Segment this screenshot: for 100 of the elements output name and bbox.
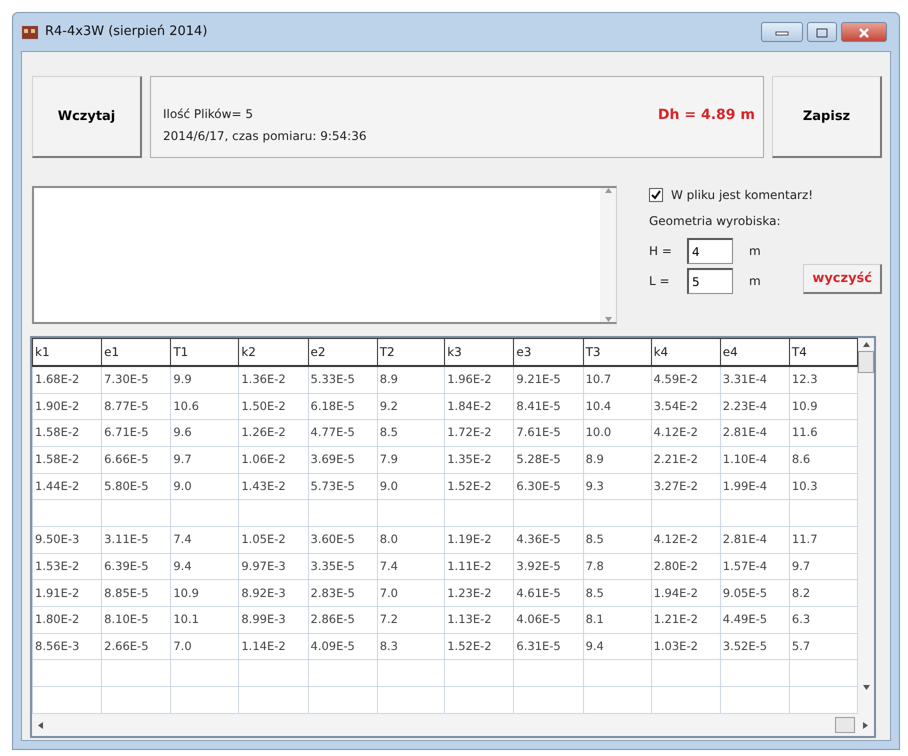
table-cell: 5.80E-5 (102, 473, 171, 500)
dimension-field[interactable]: 5 (687, 268, 733, 294)
scroll-thumb[interactable] (858, 351, 874, 373)
load-button[interactable]: Wczytaj (32, 76, 142, 158)
table-cell: 9.4 (170, 553, 239, 580)
table-cell: 3.54E-2 (651, 393, 720, 420)
maximize-icon (816, 28, 828, 38)
table-cell: 7.9 (377, 446, 445, 474)
column-header[interactable]: k2 (238, 338, 308, 366)
table-cell: 9.2 (377, 393, 445, 420)
unit-label: m (749, 273, 761, 290)
column-header[interactable]: T4 (789, 338, 858, 366)
table-cell: 3.69E-5 (308, 446, 378, 474)
table-cell: 2.81E-4 (720, 420, 790, 446)
field-label: H = (649, 243, 673, 260)
table-cell: 6.30E-5 (514, 473, 584, 500)
column-header[interactable]: e2 (308, 338, 378, 366)
minimize-icon (775, 30, 789, 36)
table-cell: 1.50E-2 (238, 393, 308, 420)
table-cell: 9.4 (583, 633, 652, 660)
table-cell: 9.9 (170, 366, 239, 394)
table-cell: 8.5 (583, 526, 652, 554)
table-cell: 9.7 (170, 446, 239, 474)
table-cell: 1.44E-2 (32, 473, 102, 500)
table-cell: 10.6 (170, 393, 239, 420)
table-cell: 6.39E-5 (102, 553, 171, 580)
table-cell: 8.85E-5 (102, 580, 171, 607)
table-cell: 4.36E-5 (514, 526, 584, 554)
table-cell: 1.58E-2 (32, 446, 102, 474)
horizontal-scrollbar[interactable] (32, 714, 874, 736)
clear-button[interactable]: wyczyść (803, 264, 882, 294)
table-cell: 1.13E-2 (444, 606, 514, 634)
column-header[interactable]: T2 (377, 338, 445, 366)
table-cell: 1.03E-2 (651, 633, 720, 660)
table-cell: 1.19E-2 (444, 526, 514, 554)
table-cell: 8.99E-3 (238, 606, 308, 634)
table-cell: 1.06E-2 (238, 446, 308, 474)
table-cell: 1.05E-2 (238, 526, 308, 554)
table-cell: 4.59E-2 (651, 366, 720, 394)
table-cell: 8.41E-5 (514, 393, 584, 420)
table-cell: 1.58E-2 (32, 420, 102, 446)
table-cell: 9.6 (170, 420, 239, 446)
table-cell: 1.94E-2 (651, 580, 720, 607)
table-cell: 3.52E-5 (720, 633, 790, 660)
scroll-left-icon[interactable] (38, 722, 43, 728)
table-cell: 9.0 (377, 473, 445, 500)
save-button[interactable]: Zapisz (772, 76, 882, 158)
column-header[interactable]: k1 (32, 338, 102, 366)
scroll-down-icon[interactable] (862, 685, 870, 690)
column-header[interactable]: T3 (583, 338, 652, 366)
table-cell: 7.30E-5 (102, 366, 171, 394)
table-cell: 6.31E-5 (514, 633, 584, 660)
scroll-thumb[interactable] (835, 717, 855, 733)
unit-label: m (749, 243, 761, 260)
table-cell: 9.21E-5 (514, 366, 584, 394)
table-cell: 1.53E-2 (32, 553, 102, 580)
column-header[interactable]: T1 (170, 338, 239, 366)
table-cell: 3.92E-5 (514, 553, 584, 580)
comment-checkbox[interactable] (649, 188, 663, 202)
table-cell: 4.61E-5 (514, 580, 584, 607)
column-header[interactable]: k3 (444, 338, 514, 366)
table-cell: 7.4 (170, 526, 239, 554)
table-cell: 6.66E-5 (102, 446, 171, 474)
table-cell: 5.33E-5 (308, 366, 378, 394)
maximize-button[interactable] (807, 22, 837, 42)
table-cell: 8.5 (377, 420, 445, 446)
table-cell: 4.77E-5 (308, 420, 378, 446)
column-header[interactable]: e3 (514, 338, 584, 366)
table-cell: 1.52E-2 (444, 633, 514, 660)
comment-textarea[interactable] (32, 186, 617, 324)
vertical-scrollbar[interactable] (858, 338, 874, 714)
table-cell: 1.99E-4 (720, 473, 790, 500)
column-header[interactable]: e4 (720, 338, 790, 366)
close-button[interactable] (841, 22, 887, 42)
table-cell: 1.35E-2 (444, 446, 514, 474)
table-cell: 5.28E-5 (514, 446, 584, 474)
table-cell: 3.27E-2 (651, 473, 720, 500)
dimension-field[interactable]: 4 (687, 238, 733, 264)
table-cell: 8.77E-5 (102, 393, 171, 420)
table-cell: 8.9 (377, 366, 445, 394)
scroll-up-icon[interactable] (862, 342, 870, 347)
table-cell: 1.26E-2 (238, 420, 308, 446)
table-cell: 8.10E-5 (102, 606, 171, 634)
field-label: L = (649, 273, 671, 290)
table-cell: 7.4 (377, 553, 445, 580)
table-cell: 7.2 (377, 606, 445, 634)
table-cell: 8.56E-3 (32, 633, 102, 660)
table-cell: 4.12E-2 (651, 420, 720, 446)
table-cell: 2.66E-5 (102, 633, 171, 660)
table-cell: 1.14E-2 (238, 633, 308, 660)
dh-value: Dh = 4.89 m (658, 106, 755, 125)
table-cell: 8.1 (583, 606, 652, 634)
column-header[interactable]: e1 (102, 338, 171, 366)
table-cell: 10.7 (583, 366, 652, 394)
minimize-button[interactable] (761, 22, 803, 42)
scroll-right-icon[interactable] (863, 722, 868, 728)
table-cell: 9.3 (583, 473, 652, 500)
checkbox-label: W pliku jest komentarz! (671, 187, 814, 204)
table-cell: 1.10E-4 (720, 446, 790, 474)
column-header[interactable]: k4 (651, 338, 720, 366)
